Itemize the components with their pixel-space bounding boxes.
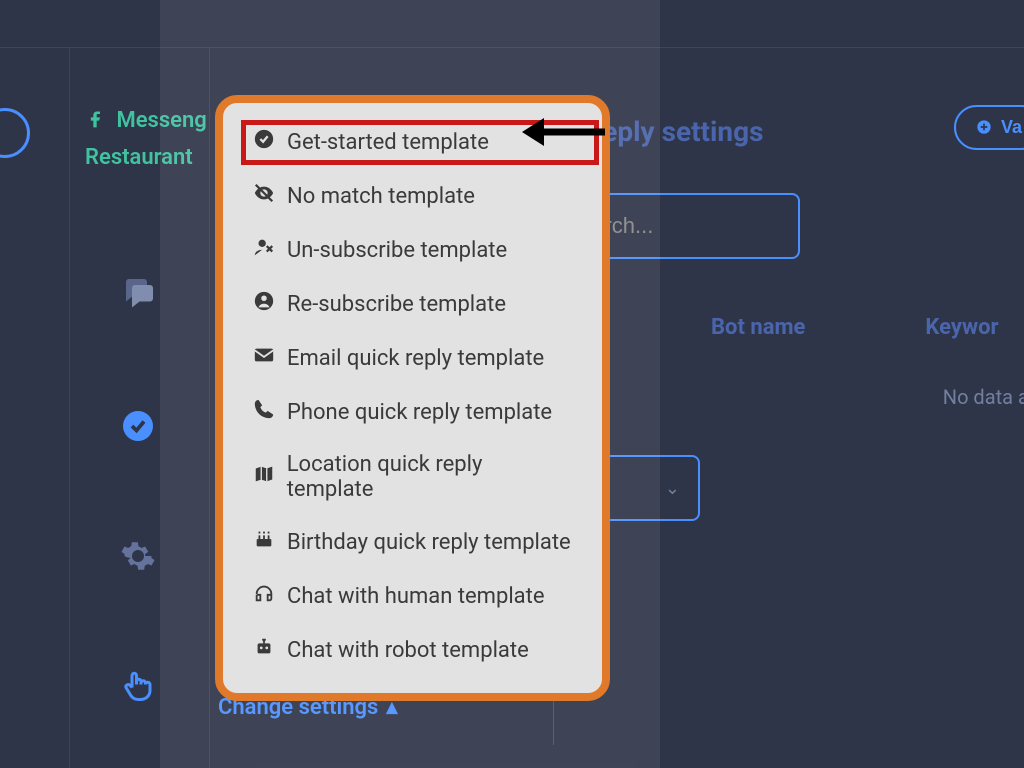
dropdown-item-label: Un-subscribe template: [287, 238, 507, 263]
chat-icon[interactable]: [120, 273, 156, 317]
dropdown-item-unsubscribe[interactable]: Un-subscribe template: [223, 223, 602, 277]
dropdown-item-email[interactable]: Email quick reply template: [223, 331, 602, 385]
dropdown-item-birthday[interactable]: Birthday quick reply template: [223, 515, 602, 569]
dropdown-item-label: Chat with robot template: [287, 638, 529, 663]
col-bot-name[interactable]: Bot name: [711, 315, 805, 341]
dropdown-item-label: Get-started template: [287, 130, 489, 155]
col-keyword[interactable]: Keywor: [925, 315, 998, 341]
dropdown-item-get-started[interactable]: Get-started template: [223, 115, 602, 169]
robot-icon: [253, 636, 287, 664]
dropdown-item-human[interactable]: Chat with human template: [223, 569, 602, 623]
dropdown-item-robot[interactable]: Chat with robot template: [223, 623, 602, 677]
gear-icon[interactable]: [120, 538, 156, 582]
dropdown-item-label: Re-subscribe template: [287, 292, 506, 317]
pointer-icon[interactable]: [120, 668, 156, 712]
avatar-circle[interactable]: [0, 108, 30, 158]
variable-button[interactable]: Va: [954, 105, 1024, 150]
headset-icon: [253, 582, 287, 610]
facebook-icon: [85, 108, 110, 133]
dropdown-item-label: Location quick reply template: [287, 452, 572, 502]
no-data-text: No data avai: [943, 385, 1024, 409]
template-dropdown: Get-started template No match template U…: [215, 95, 610, 701]
check-icon[interactable]: [120, 408, 156, 452]
chevron-down-icon: ⌄: [665, 478, 680, 499]
dropdown-item-label: No match template: [287, 184, 475, 209]
sidebar-narrow: [0, 48, 70, 768]
plus-icon: [976, 117, 997, 137]
dropdown-item-label: Birthday quick reply template: [287, 530, 571, 555]
dropdown-item-location[interactable]: Location quick reply template: [223, 439, 602, 515]
map-icon: [253, 463, 287, 491]
dropdown-item-label: Chat with human template: [287, 584, 545, 609]
user-x-icon: [253, 236, 287, 264]
check-circle-icon: [253, 128, 287, 156]
eye-slash-icon: [253, 182, 287, 210]
user-circle-icon: [253, 290, 287, 318]
variable-button-label: Va: [1001, 117, 1022, 137]
phone-icon: [253, 398, 287, 426]
dropdown-item-no-match[interactable]: No match template: [223, 169, 602, 223]
dropdown-item-label: Email quick reply template: [287, 346, 544, 371]
dropdown-item-phone[interactable]: Phone quick reply template: [223, 385, 602, 439]
dropdown-item-resubscribe[interactable]: Re-subscribe template: [223, 277, 602, 331]
cake-icon: [253, 528, 287, 556]
envelope-icon: [253, 344, 287, 372]
dropdown-item-label: Phone quick reply template: [287, 400, 552, 425]
